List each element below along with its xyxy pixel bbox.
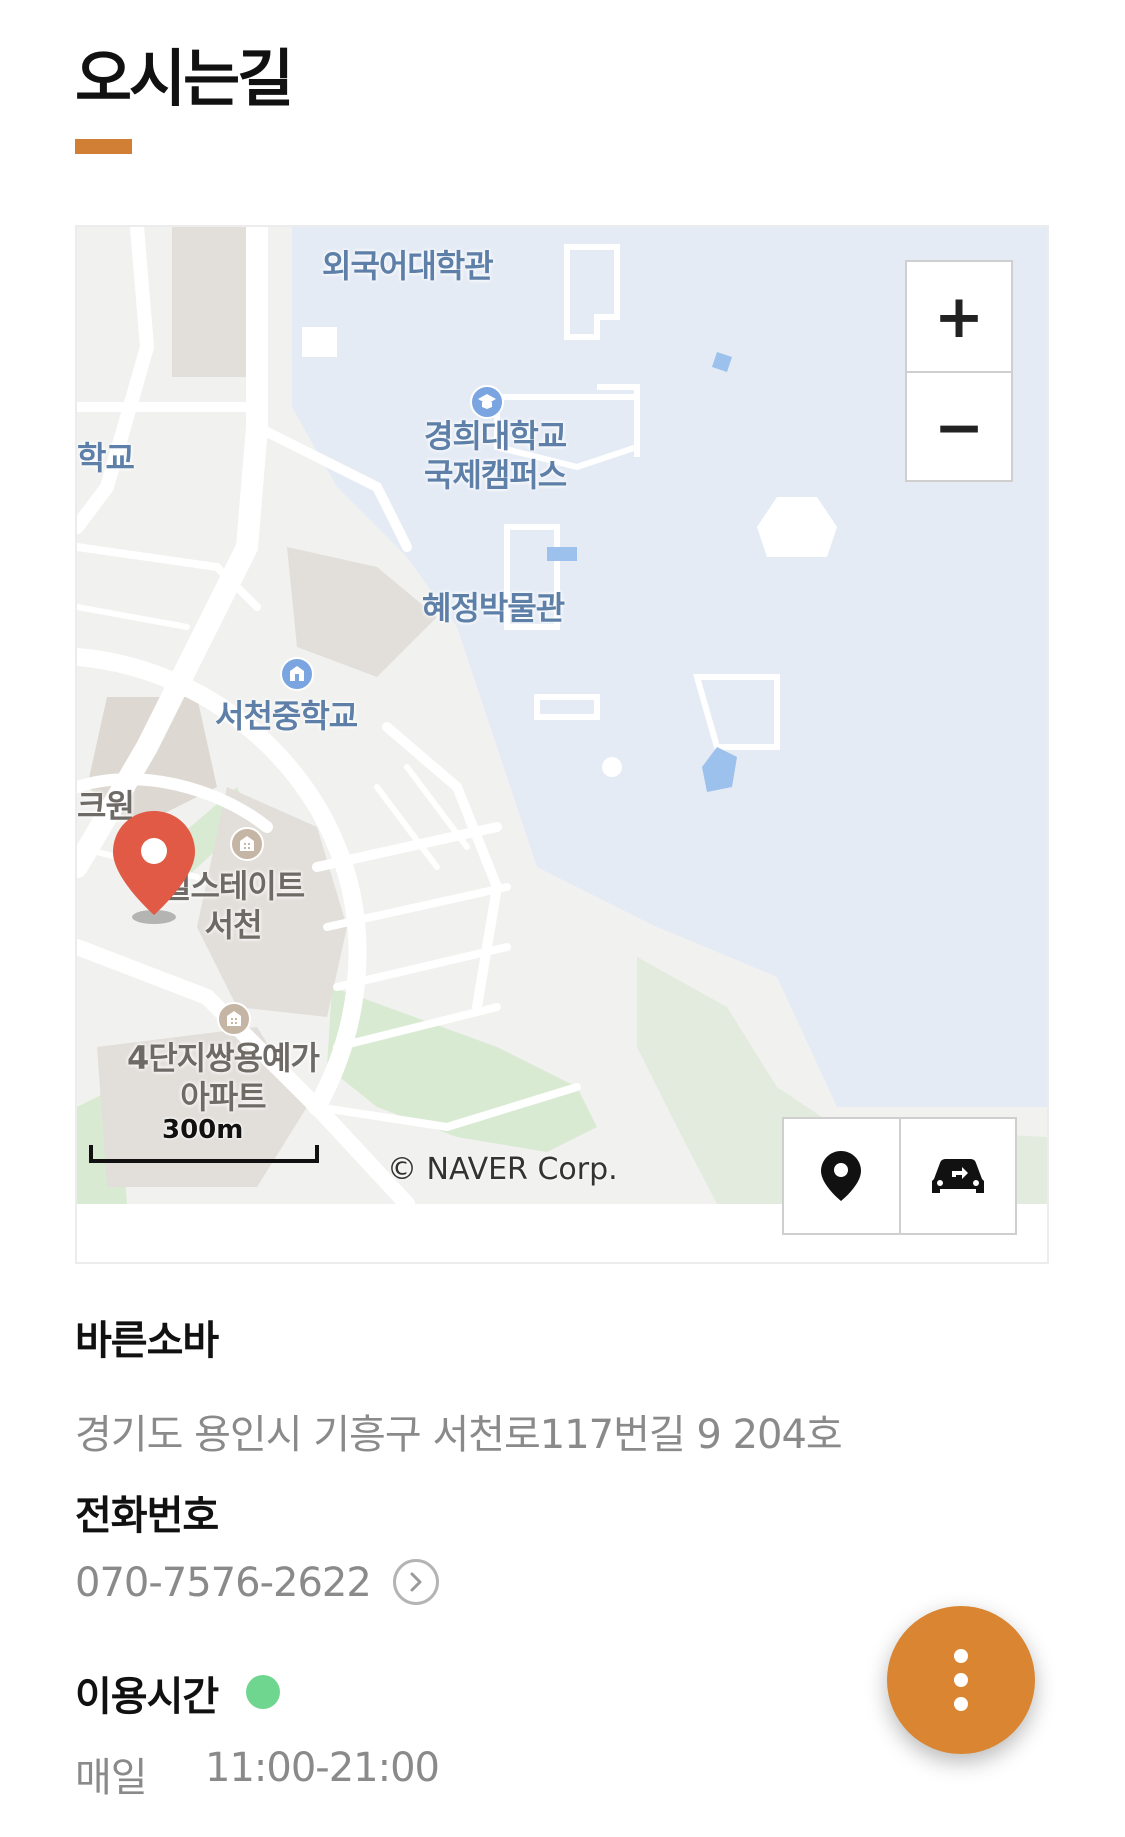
- scale-label: 300m: [162, 1115, 244, 1145]
- zoom-out-button[interactable]: −: [907, 371, 1011, 482]
- business-address: 경기도 용인시 기흥구 서천로117번길 9 204호: [75, 1412, 843, 1458]
- location-pin-icon: [821, 1151, 862, 1201]
- map-label-middle-school: 서천중학교: [215, 697, 358, 735]
- open-status-dot: [246, 1675, 280, 1709]
- more-options-button[interactable]: [887, 1606, 1035, 1754]
- map-pin-icon[interactable]: [109, 807, 199, 927]
- map-view[interactable]: 외국어대학관 경희대학교 국제캠퍼스 학교 혜정박물관 서천중학교 크원 힐스테…: [77, 227, 1047, 1204]
- hours-heading: 이용시간: [75, 1674, 219, 1720]
- car-directions-icon: [931, 1159, 984, 1193]
- phone-number[interactable]: 070-7576-2622: [75, 1560, 372, 1606]
- map-action-buttons: [782, 1117, 1017, 1235]
- school-icon: [280, 657, 314, 691]
- apartment-icon: [217, 1002, 251, 1036]
- scale-bar: [89, 1145, 319, 1163]
- map-label-foreign-language-hall: 외국어대학관: [322, 247, 494, 285]
- apartment-icon: [230, 827, 264, 861]
- university-icon: [470, 385, 504, 419]
- title-accent-bar: [75, 139, 132, 154]
- more-vertical-icon: [954, 1649, 968, 1711]
- page-title: 오시는길: [75, 42, 294, 115]
- map-label-ssangyong-apartment: 4단지쌍용예가 아파트: [127, 1039, 320, 1117]
- hours-time: 11:00-21:00: [205, 1745, 440, 1791]
- zoom-in-button[interactable]: +: [907, 262, 1011, 371]
- zoom-control: + −: [905, 260, 1013, 482]
- map-label-school-fragment: 학교: [77, 439, 135, 477]
- map-copyright: © NAVER Corp.: [387, 1152, 618, 1187]
- phone-heading: 전화번호: [75, 1493, 219, 1539]
- chevron-right-icon: [410, 1572, 422, 1592]
- business-name: 바른소바: [75, 1318, 219, 1364]
- location-button[interactable]: [784, 1119, 899, 1233]
- map-label-museum: 혜정박물관: [422, 589, 565, 627]
- directions-button[interactable]: [898, 1119, 1016, 1233]
- phone-call-button[interactable]: [393, 1559, 439, 1605]
- hours-day-label: 매일: [75, 1755, 148, 1801]
- map-card: 외국어대학관 경희대학교 국제캠퍼스 학교 혜정박물관 서천중학교 크원 힐스테…: [75, 225, 1049, 1264]
- map-label-kyunghee-univ: 경희대학교 국제캠퍼스: [424, 417, 567, 495]
